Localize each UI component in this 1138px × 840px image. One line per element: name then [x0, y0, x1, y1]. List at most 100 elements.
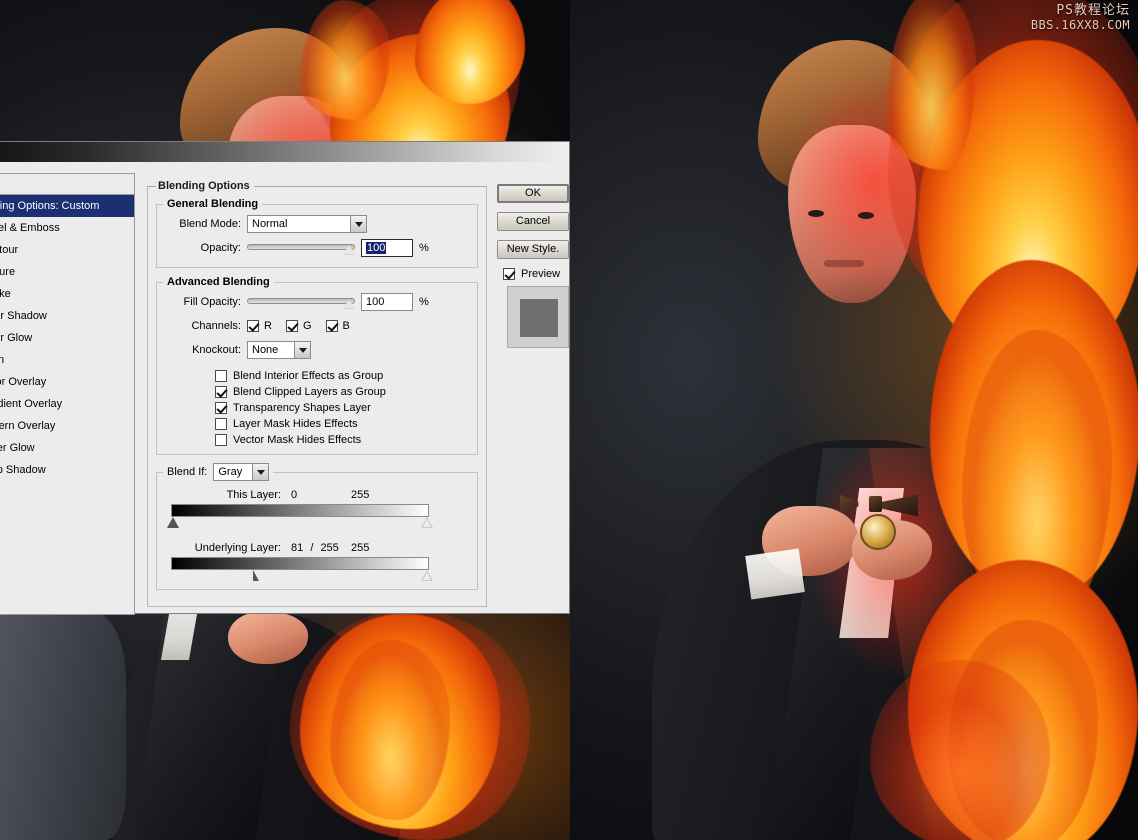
style-item-texture[interactable]: Texture	[0, 261, 134, 283]
ok-button[interactable]: OK	[497, 184, 569, 203]
figure-eye-left	[808, 210, 824, 217]
fill-opacity-input[interactable]: 100	[361, 292, 413, 311]
checkbox-icon[interactable]	[325, 319, 338, 332]
advanced-blending-group: Advanced Blending Fill Opacity: 100 % Ch…	[156, 276, 478, 455]
underlying-layer-low-values: 81 / 255	[291, 542, 351, 554]
style-preview-swatch	[520, 299, 558, 337]
checkbox-icon[interactable]	[503, 268, 515, 280]
fill-opacity-slider[interactable]	[247, 294, 355, 310]
dialog-title-bar[interactable]: r Style	[0, 142, 569, 162]
vector-mask-hides-effects-label: Vector Mask Hides Effects	[233, 434, 362, 446]
style-item-inner-shadow[interactable]: Inner Shadow	[0, 305, 134, 327]
style-item-contour[interactable]: Contour	[0, 239, 134, 261]
figure-wristwatch	[860, 514, 896, 550]
transparency-shapes-layer-row[interactable]: Transparency Shapes Layer	[163, 400, 471, 416]
this-layer-ramp[interactable]	[167, 504, 433, 530]
style-item-label: Outer Glow	[0, 441, 35, 454]
figure-bowtie-knot	[869, 496, 882, 512]
cancel-button[interactable]: Cancel	[497, 212, 569, 231]
channel-r[interactable]: R	[247, 319, 272, 332]
dialog-body: yles lending Options: Custom Bevel & Emb…	[0, 162, 571, 617]
style-item-label: Drop Shadow	[0, 463, 46, 476]
slider-knob[interactable]	[343, 244, 355, 255]
channels-label: Channels:	[191, 319, 241, 332]
this-layer-label: This Layer:	[226, 489, 281, 501]
fill-opacity-row: Fill Opacity: 100 %	[163, 291, 471, 312]
this-layer-low-value: 0	[291, 489, 298, 501]
blend-if-channel-select[interactable]: Gray	[213, 463, 270, 481]
channels-row: Channels: R G B	[163, 315, 471, 336]
chevron-down-icon[interactable]	[350, 215, 366, 232]
gradient-ramp	[171, 504, 429, 517]
channel-r-label: R	[264, 319, 272, 332]
blend-interior-effects-row[interactable]: Blend Interior Effects as Group	[163, 368, 471, 384]
advanced-blending-legend: Advanced Blending	[167, 276, 270, 288]
style-item-drop-shadow[interactable]: Drop Shadow	[0, 459, 134, 481]
style-item-outer-glow[interactable]: Outer Glow	[0, 437, 134, 459]
triangle-icon	[421, 570, 433, 581]
figure-hand-left	[228, 612, 308, 664]
style-item-inner-glow[interactable]: Inner Glow	[0, 327, 134, 349]
styles-header[interactable]: yles	[0, 173, 135, 195]
figure-cuff-right	[745, 548, 805, 600]
blending-options-legend: Blending Options	[158, 180, 250, 192]
checkbox-icon[interactable]	[215, 402, 227, 414]
styles-list[interactable]: lending Options: Custom Bevel & Emboss C…	[0, 195, 135, 615]
style-item-stroke[interactable]: Stroke	[0, 283, 134, 305]
style-item-label: lending Options: Custom	[0, 199, 100, 212]
checkbox-icon[interactable]	[247, 319, 259, 332]
knockout-select[interactable]: None	[247, 340, 311, 359]
knockout-row: Knockout: None	[163, 339, 471, 360]
opacity-row: Opacity: 100 %	[163, 237, 471, 258]
underlying-layer-high-value: 255	[351, 542, 370, 554]
blend-if-legend: Blend If: Gray	[163, 463, 273, 481]
this-layer-high-value: 255	[351, 489, 370, 501]
checkbox-icon[interactable]	[215, 434, 227, 446]
checkbox-icon[interactable]	[215, 370, 227, 382]
style-item-color-overlay[interactable]: Color Overlay	[0, 371, 134, 393]
opacity-value: 100	[366, 241, 387, 254]
opacity-input[interactable]: 100	[361, 238, 413, 257]
style-item-gradient-overlay[interactable]: Gradient Overlay	[0, 393, 134, 415]
blend-mode-label: Blend Mode:	[179, 217, 241, 230]
blend-clipped-layers-row[interactable]: Blend Clipped Layers as Group	[163, 384, 471, 400]
checkbox-icon[interactable]	[285, 319, 298, 332]
preview-row[interactable]: Preview	[497, 268, 571, 280]
blending-options-group: Blending Options General Blending Blend …	[147, 180, 487, 607]
checkbox-icon[interactable]	[215, 386, 227, 398]
style-preview-panel	[507, 286, 569, 348]
chevron-down-icon[interactable]	[294, 341, 310, 358]
style-item-blending-options[interactable]: lending Options: Custom	[0, 195, 134, 217]
style-item-label: Texture	[0, 265, 16, 278]
underlying-layer-ramp[interactable]	[171, 557, 433, 583]
style-item-pattern-overlay[interactable]: Pattern Overlay	[0, 415, 134, 437]
style-item-label: Pattern Overlay	[0, 419, 56, 432]
flame-blob	[886, 0, 976, 170]
styles-column: yles lending Options: Custom Bevel & Emb…	[0, 173, 135, 615]
layer-mask-hides-effects-row[interactable]: Layer Mask Hides Effects	[163, 416, 471, 432]
style-item-label: Satin	[0, 353, 5, 366]
gradient-ramp	[171, 557, 429, 570]
chevron-down-icon[interactable]	[252, 464, 269, 480]
blending-options-panel: Blending Options General Blending Blend …	[147, 180, 487, 617]
slider-knob[interactable]	[343, 298, 355, 309]
underlying-layer-label: Underlying Layer:	[194, 542, 281, 554]
channel-b[interactable]: B	[325, 319, 350, 332]
style-item-label: Contour	[0, 243, 19, 256]
triangle-icon	[167, 517, 179, 528]
style-item-label: Gradient Overlay	[0, 397, 63, 410]
underlying-low-b: 255	[320, 542, 339, 554]
style-item-satin[interactable]: Satin	[0, 349, 134, 371]
opacity-slider[interactable]	[247, 240, 355, 256]
preview-label: Preview	[521, 268, 561, 280]
blend-mode-select[interactable]: Normal	[247, 214, 367, 233]
checkbox-icon[interactable]	[215, 418, 227, 430]
vector-mask-hides-effects-row[interactable]: Vector Mask Hides Effects	[163, 432, 471, 448]
blend-if-label: Blend If:	[167, 466, 208, 478]
blend-if-channel-value: Gray	[218, 466, 243, 478]
new-style-button[interactable]: New Style.	[497, 240, 569, 259]
channel-g[interactable]: G	[285, 319, 312, 332]
triangle-icon	[421, 517, 433, 528]
style-item-bevel-emboss[interactable]: Bevel & Emboss	[0, 217, 134, 239]
screenshot-root: PS教程论坛 BBS.16XX8.COM r Style yles lendin…	[0, 0, 1138, 840]
